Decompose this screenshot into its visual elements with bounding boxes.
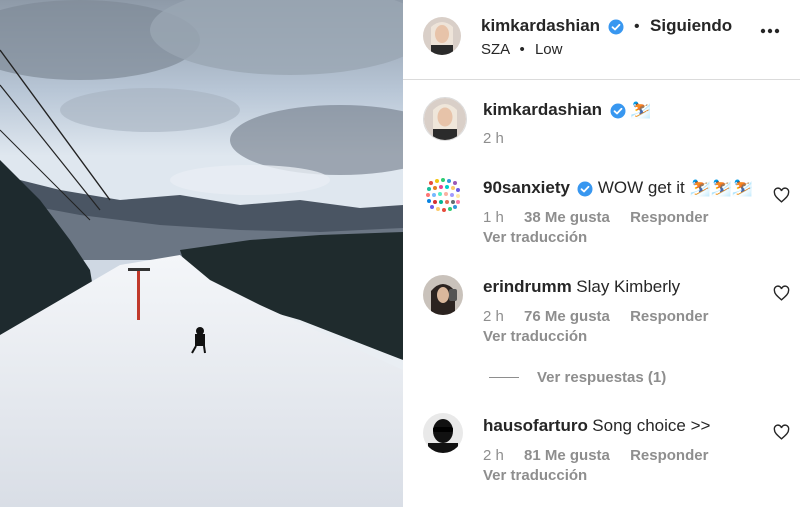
post-photo[interactable] (0, 0, 403, 507)
instagram-post-view: kimkardashian • Siguiendo SZA • Low kimk… (0, 0, 800, 507)
translate-link[interactable]: Ver traducción (483, 328, 587, 345)
comment-time[interactable]: 1 h (483, 209, 504, 226)
view-replies-button[interactable]: Ver respuestas (1) (537, 369, 666, 386)
comment-username[interactable]: 90sanxiety (483, 178, 570, 197)
comment-time[interactable]: 2 h (483, 447, 504, 464)
translate-link[interactable]: Ver traducción (483, 229, 587, 246)
heart-outline-icon[interactable] (773, 285, 790, 302)
caption-row: kimkardashian ⛷️ (483, 100, 651, 120)
follow-button[interactable]: Siguiendo (650, 16, 732, 35)
separator-dot: • (519, 41, 525, 58)
post-header: kimkardashian • Siguiendo SZA • Low (403, 0, 800, 80)
comment-text: Slay Kimberly (576, 277, 681, 296)
comment-row: hausofarturo Song choice >> (483, 416, 710, 436)
verified-badge-icon (577, 181, 593, 197)
reply-button[interactable]: Responder (630, 209, 708, 226)
caption-time[interactable]: 2 h (483, 130, 504, 147)
comment-row: erindrumm Slay Kimberly (483, 277, 680, 297)
caption-author-avatar[interactable] (423, 97, 467, 141)
comment-time[interactable]: 2 h (483, 308, 504, 325)
comment-meta: 2 h 81 Me gusta Responder (483, 447, 708, 464)
header-title-row: kimkardashian • Siguiendo (481, 16, 732, 36)
verified-badge-icon (610, 103, 626, 119)
reply-button[interactable]: Responder (630, 447, 708, 464)
translate-link[interactable]: Ver traducción (483, 467, 587, 484)
comment-meta: 2 h 76 Me gusta Responder (483, 308, 708, 325)
comment-likes[interactable]: 76 Me gusta (524, 308, 610, 325)
audio-info[interactable]: SZA • Low (481, 41, 563, 58)
caption-text: ⛷️ (629, 100, 652, 119)
comment-text: WOW get it ⛷️⛷️⛷️ (597, 178, 753, 197)
ski-slope-photo (0, 0, 403, 507)
more-options-icon[interactable] (760, 28, 780, 34)
commenter-avatar-hausofarturo[interactable] (423, 413, 463, 453)
commenter-avatar-90sanxiety[interactable] (423, 175, 463, 215)
comment-username[interactable]: erindrumm (483, 277, 572, 296)
commenter-avatar-erindrumm[interactable] (423, 275, 463, 315)
replies-divider (489, 377, 519, 378)
comments-panel: kimkardashian • Siguiendo SZA • Low kimk… (403, 0, 800, 507)
verified-badge-icon (608, 19, 624, 35)
audio-song[interactable]: Low (535, 41, 563, 58)
reply-button[interactable]: Responder (630, 308, 708, 325)
separator-dot: • (633, 18, 640, 35)
audio-artist[interactable]: SZA (481, 41, 509, 58)
comment-username[interactable]: hausofarturo (483, 416, 588, 435)
heart-outline-icon[interactable] (773, 187, 790, 204)
comment-row: 90sanxiety WOW get it ⛷️⛷️⛷️ (483, 178, 753, 198)
heart-outline-icon[interactable] (773, 424, 790, 441)
comment-likes[interactable]: 38 Me gusta (524, 209, 610, 226)
caption-username[interactable]: kimkardashian (483, 100, 602, 119)
comment-likes[interactable]: 81 Me gusta (524, 447, 610, 464)
comment-meta: 1 h 38 Me gusta Responder (483, 209, 708, 226)
author-username[interactable]: kimkardashian (481, 16, 600, 35)
author-avatar[interactable] (423, 17, 461, 55)
comment-text: Song choice >> (592, 416, 711, 435)
